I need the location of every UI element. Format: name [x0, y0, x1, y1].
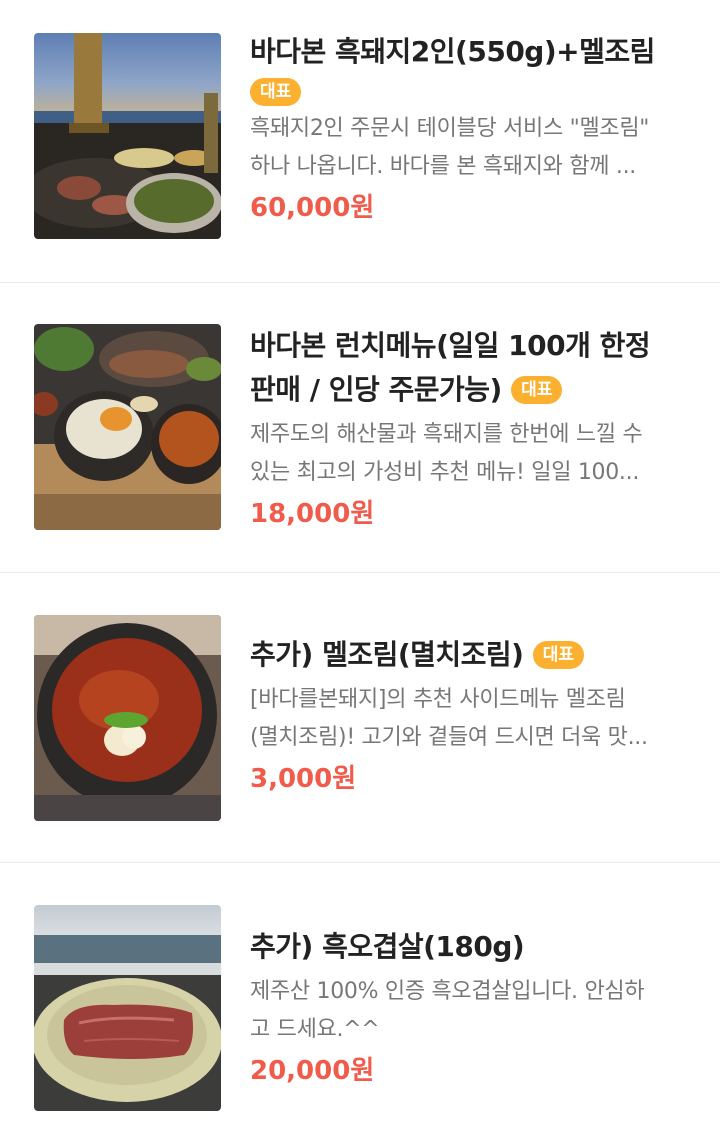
menu-item-description: 제주도의 해산물과 흑돼지를 한번에 느낄 수 [250, 422, 643, 447]
menu-item-description: 하나 나옵니다. 바다를 본 흑돼지와 함께 ... [250, 154, 636, 179]
menu-item-price: 60,000원 [250, 193, 375, 223]
representative-badge: 대표 [250, 78, 302, 106]
menu-item-description: [바다를본돼지]의 추천 사이드메뉴 멜조림 [250, 687, 626, 712]
menu-item-info: 바다본 흑돼지2인(550g)+멜조림 대표 흑돼지2인 주문시 테이블당 서비… [250, 30, 690, 228]
menu-item-info: 추가) 흑오겹살(180g) 제주산 100% 인증 흑오겹살입니다. 안심하 … [250, 925, 690, 1091]
menu-item[interactable]: 추가) 멜조림(멸치조림) 대표 [바다를본돼지]의 추천 사이드메뉴 멜조림 … [0, 573, 720, 862]
menu-item-description: 제주산 100% 인증 흑오겹살입니다. 안심하 [250, 979, 645, 1004]
menu-item-price: 3,000원 [250, 764, 357, 794]
menu-item-description: 흑돼지2인 주문시 테이블당 서비스 "멜조림" [250, 116, 650, 141]
menu-item-title: 추가) 흑오겹살(180g) [250, 930, 525, 963]
menu-item-image[interactable] [34, 615, 221, 821]
menu-item-info: 바다본 런치메뉴(일일 100개 한정 판매 / 인당 주문가능) 대표 제주도… [250, 324, 690, 534]
menu-item-title: 바다본 흑돼지2인(550g)+멜조림 [250, 35, 655, 68]
menu-item-description: 있는 최고의 가성비 추천 메뉴! 일일 100... [250, 460, 640, 485]
menu-item[interactable]: 바다본 런치메뉴(일일 100개 한정 판매 / 인당 주문가능) 대표 제주도… [0, 283, 720, 572]
representative-badge: 대표 [532, 641, 585, 669]
menu-item-description: 고 드세요.^^ [250, 1017, 380, 1042]
menu-list: 바다본 흑돼지2인(550g)+멜조림 대표 흑돼지2인 주문시 테이블당 서비… [0, 0, 720, 1125]
menu-item-image[interactable] [34, 905, 221, 1111]
representative-badge: 대표 [511, 376, 563, 404]
menu-item-title: 바다본 런치메뉴(일일 100개 한정 판매 / 인당 주문가능) 대표 [250, 329, 651, 406]
menu-item-image[interactable] [34, 33, 221, 239]
menu-item-title: 추가) 멜조림(멸치조림) 대표 [250, 633, 690, 677]
menu-item-description: (멸치조림)! 고기와 곁들여 드시면 더욱 맛... [250, 725, 648, 750]
menu-item-info: 추가) 멜조림(멸치조림) 대표 [바다를본돼지]의 추천 사이드메뉴 멜조림 … [250, 633, 690, 799]
menu-item[interactable]: 바다본 흑돼지2인(550g)+멜조림 대표 흑돼지2인 주문시 테이블당 서비… [0, 0, 720, 282]
menu-item[interactable]: 추가) 흑오겹살(180g) 제주산 100% 인증 흑오겹살입니다. 안심하 … [0, 863, 720, 1125]
menu-item-price: 20,000원 [250, 1056, 375, 1086]
menu-item-price: 18,000원 [250, 499, 375, 529]
menu-item-image[interactable] [34, 324, 221, 530]
